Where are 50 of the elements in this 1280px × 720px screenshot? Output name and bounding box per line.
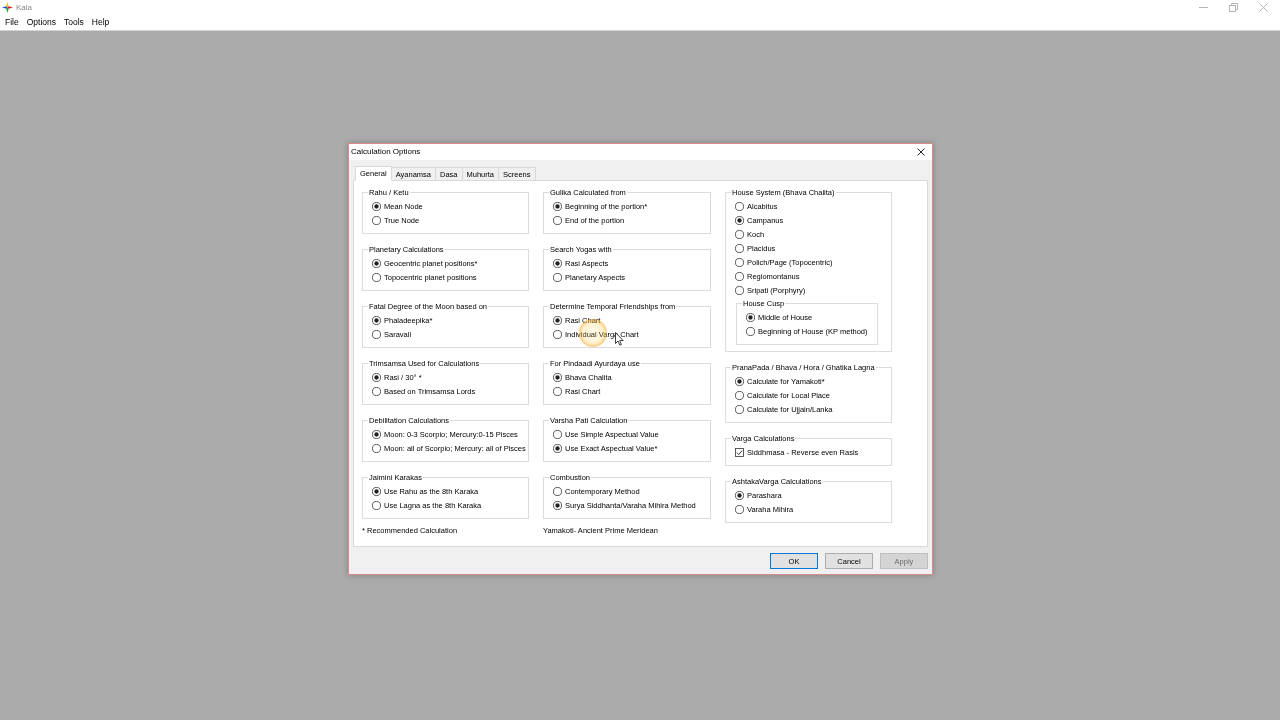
radio-button[interactable]: [553, 386, 562, 396]
radio-button[interactable]: [372, 372, 381, 382]
radio-button[interactable]: [372, 201, 381, 211]
radio-button[interactable]: [735, 257, 744, 267]
menu-item[interactable]: Tools: [64, 17, 84, 28]
checkbox[interactable]: [735, 447, 744, 457]
radio-button[interactable]: [735, 376, 744, 386]
radio-button[interactable]: [553, 329, 562, 339]
radio-button[interactable]: [735, 243, 744, 253]
radio-button[interactable]: [372, 272, 381, 282]
radio-button[interactable]: [553, 201, 562, 211]
radio-button[interactable]: [372, 329, 381, 339]
four-point-star-icon: [2, 2, 13, 13]
close-icon: [917, 148, 925, 156]
radio-button[interactable]: [553, 372, 562, 382]
menu-item[interactable]: Options: [26, 17, 56, 28]
minimize-icon: [1198, 7, 1208, 8]
radio-button[interactable]: [735, 390, 744, 400]
radio-button[interactable]: [735, 490, 744, 500]
radio-button[interactable]: [735, 285, 744, 295]
radio-button[interactable]: [372, 486, 381, 496]
radio-button[interactable]: [735, 404, 744, 414]
radio-button[interactable]: [372, 215, 381, 225]
radio-button[interactable]: [553, 443, 562, 453]
radio-button[interactable]: [372, 429, 381, 439]
radio-button[interactable]: [372, 386, 381, 396]
radio-button[interactable]: [372, 443, 381, 453]
radio-button[interactable]: [553, 258, 562, 268]
radio-button[interactable]: [553, 486, 562, 496]
radio-button[interactable]: [553, 315, 562, 325]
menu-item[interactable]: Help: [91, 17, 110, 28]
radio-button[interactable]: [372, 315, 381, 325]
radio-button[interactable]: [553, 215, 562, 225]
radio-button[interactable]: [735, 229, 744, 239]
menu-item[interactable]: File: [5, 17, 19, 28]
radio-button[interactable]: [735, 201, 744, 211]
radio-button[interactable]: [735, 271, 744, 281]
radio-button[interactable]: [553, 272, 562, 282]
radio-button[interactable]: [735, 215, 744, 225]
radio-button[interactable]: [746, 312, 755, 322]
close-icon: [1258, 3, 1268, 12]
radio-button[interactable]: [553, 429, 562, 439]
radio-button[interactable]: [553, 500, 562, 510]
dialog-title: Calculation Options: [351, 147, 421, 157]
app-title: Kala: [16, 2, 32, 13]
radio-button[interactable]: [746, 326, 755, 336]
radio-button[interactable]: [735, 504, 744, 514]
restore-icon: [1228, 3, 1238, 12]
radio-button[interactable]: [372, 500, 381, 510]
radio-button[interactable]: [372, 258, 381, 268]
